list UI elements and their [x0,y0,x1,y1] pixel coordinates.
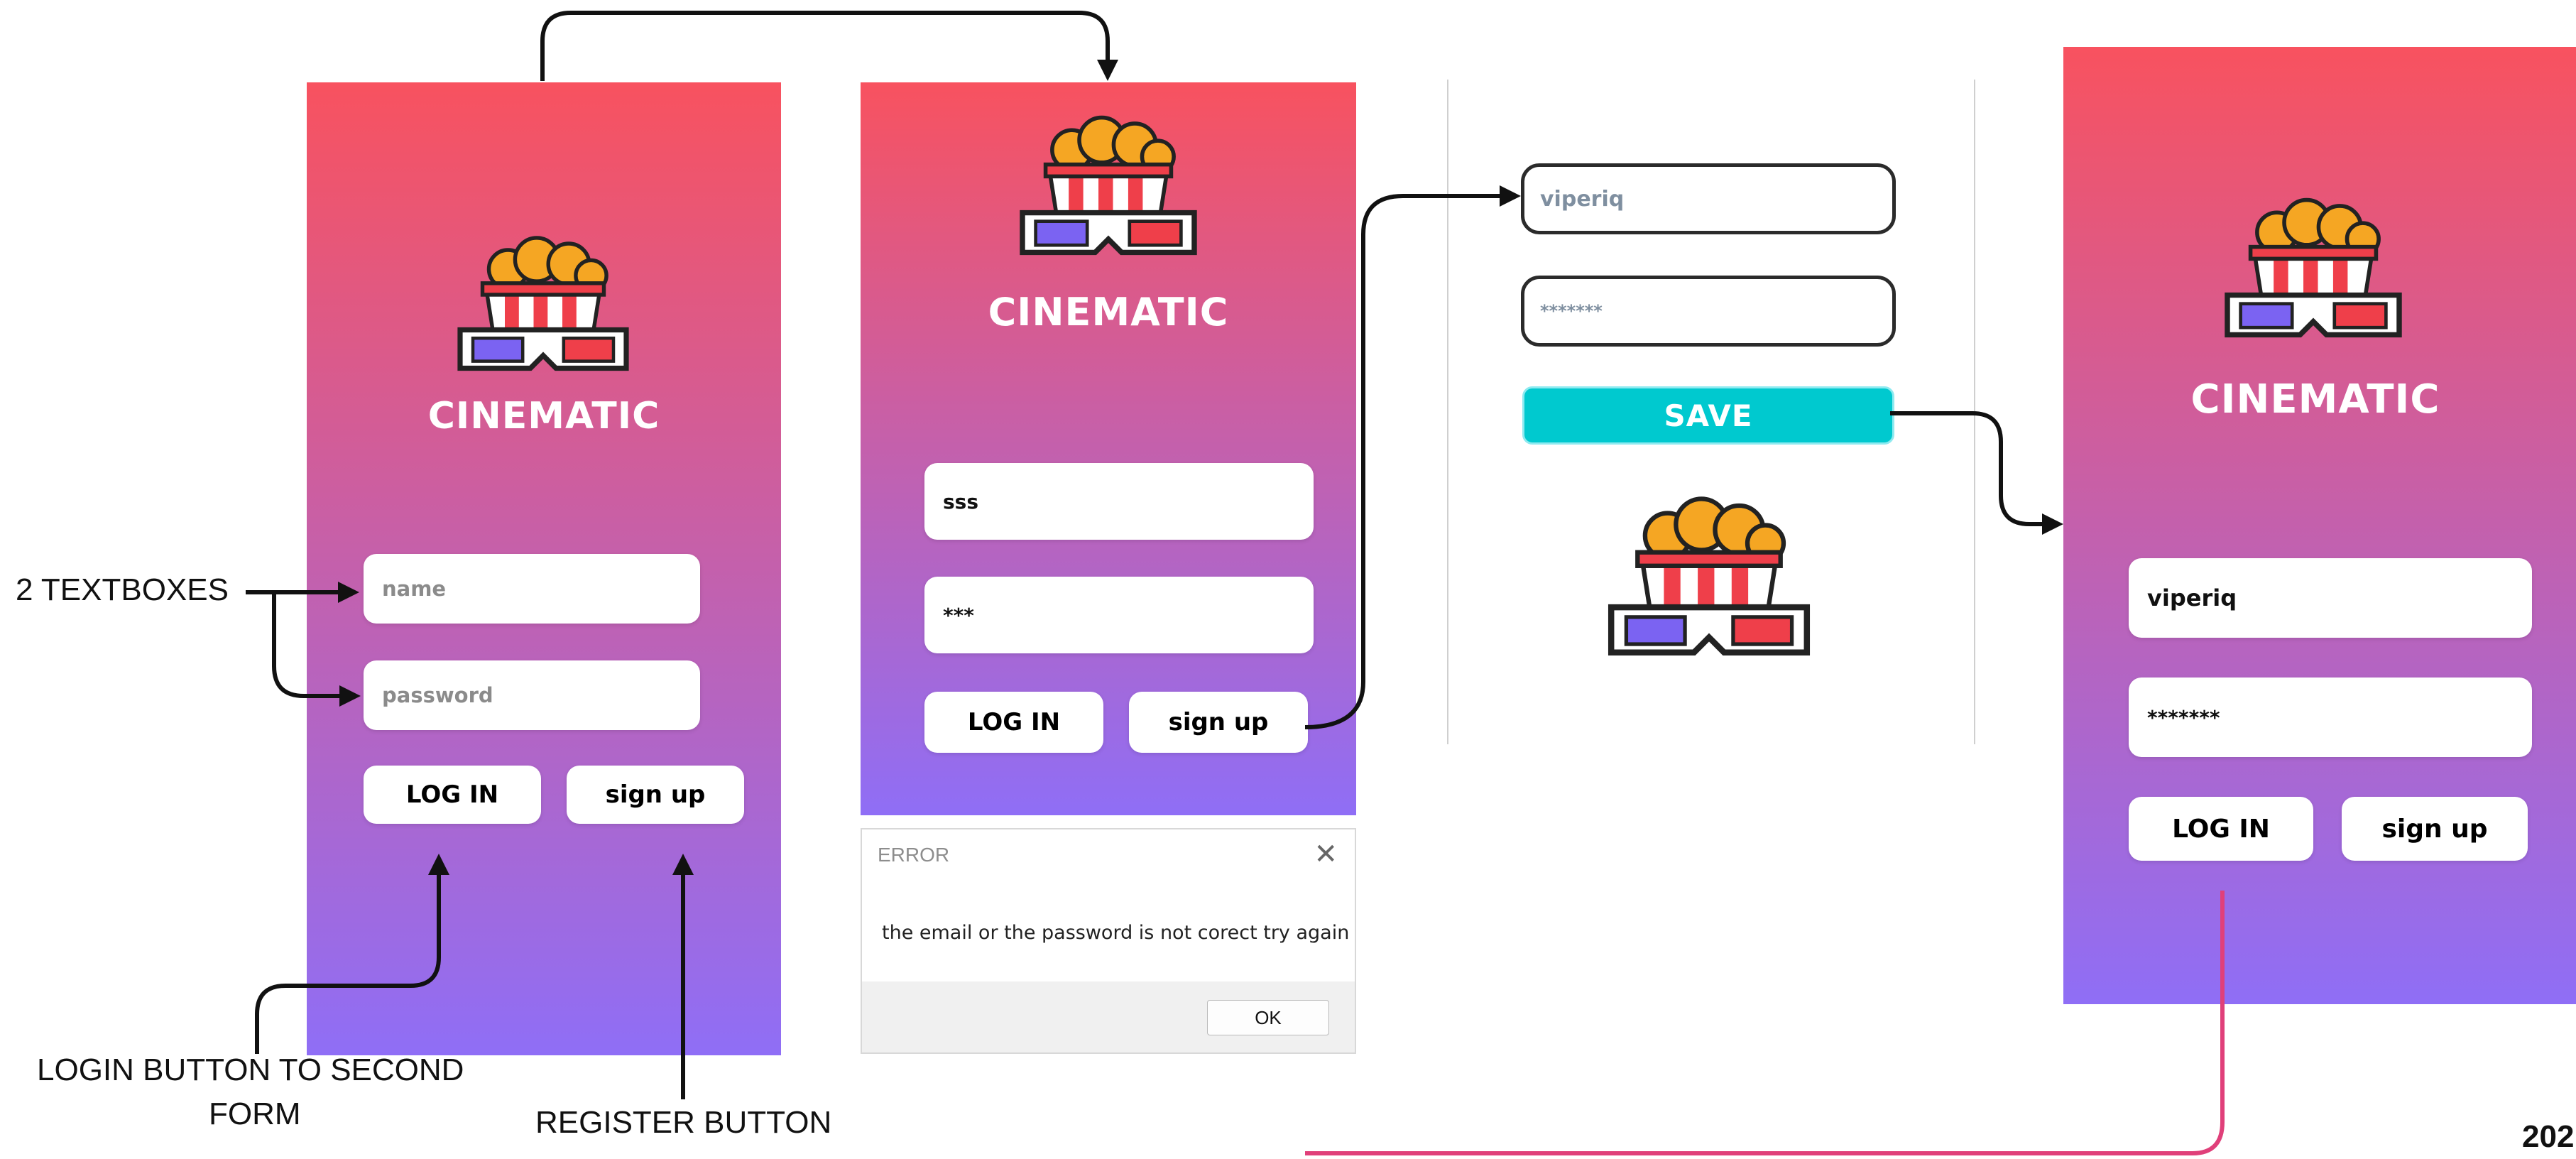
annotation-register: REGISTER BUTTON [535,1105,832,1140]
arrow-login-to-next [1305,891,2225,1155]
arrow-save-to-screen3 [1890,411,2063,535]
corner-text: 202 [2522,1119,2575,1154]
arrow-signup-to-form [1304,185,1521,729]
arrow-screen1-to-screen2 [540,11,1118,81]
flow-arrows [246,11,2225,1155]
arrow-textboxes-2 [272,592,361,707]
annotation-login-line1: LOGIN BUTTON TO SECOND [37,1052,464,1087]
arrow-login-annotation [255,854,449,1054]
annotation-textboxes: 2 TEXTBOXES [16,572,229,607]
annotation-login-line2: FORM [209,1097,301,1131]
